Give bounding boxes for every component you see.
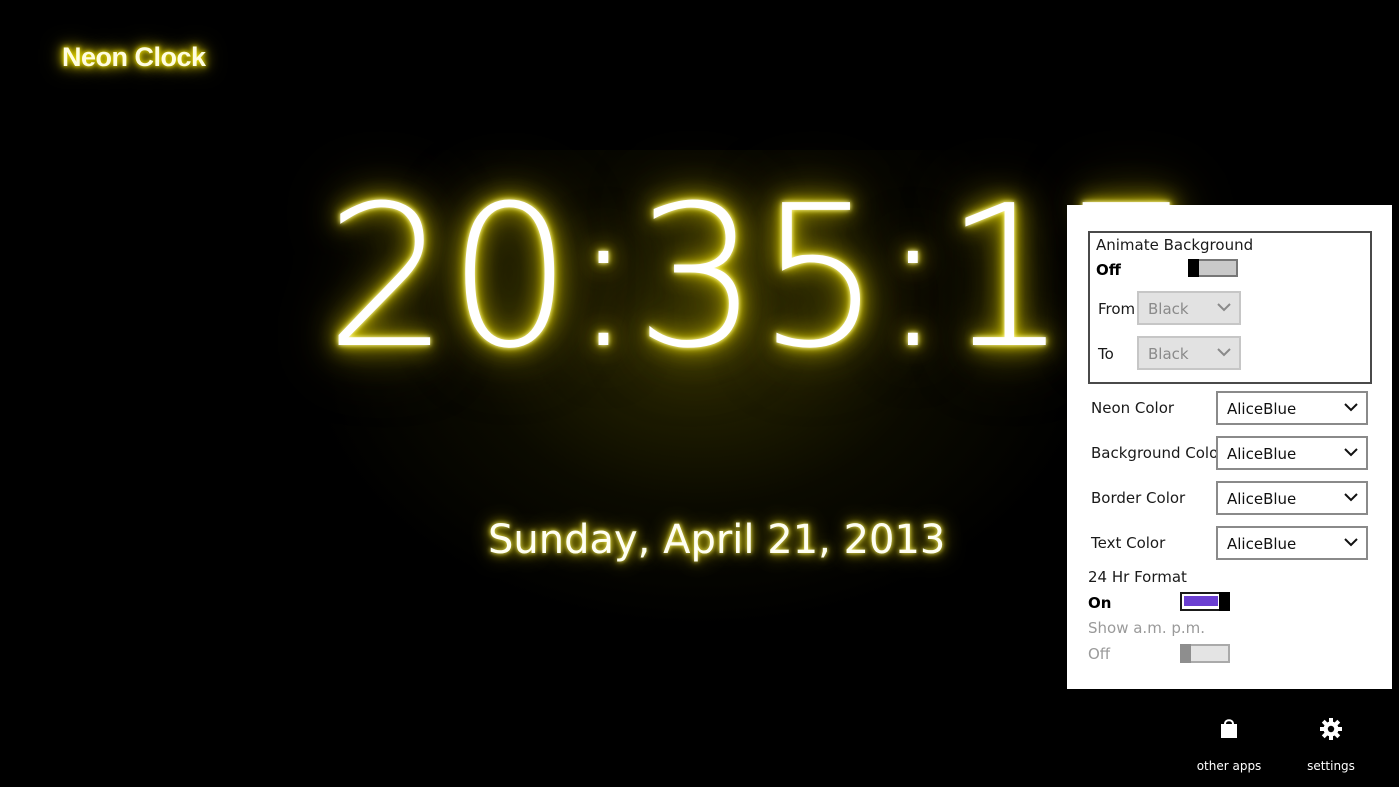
clock-time: 20:35:17	[325, 164, 1191, 392]
clock-date: Sunday, April 21, 2013	[488, 517, 946, 563]
text-color-value: AliceBlue	[1227, 535, 1297, 553]
hr24-format-toggle[interactable]	[1180, 592, 1230, 611]
other-apps-label: other apps	[1196, 759, 1262, 773]
animate-background-group: Animate Background Off From Black To Bla…	[1088, 231, 1372, 384]
to-label: To	[1098, 345, 1114, 363]
gear-icon	[1320, 718, 1342, 740]
animate-background-toggle[interactable]	[1188, 259, 1238, 277]
text-color-select[interactable]: AliceBlue	[1216, 526, 1368, 560]
border-color-value: AliceBlue	[1227, 490, 1297, 508]
show-ampm-state: Off	[1088, 645, 1111, 663]
background-color-select[interactable]: AliceBlue	[1216, 436, 1368, 470]
chevron-down-icon	[1217, 303, 1231, 312]
from-label: From	[1098, 300, 1136, 318]
settings-button[interactable]: settings	[1296, 716, 1366, 774]
app-title: Neon Clock	[62, 42, 206, 72]
text-color-label: Text Color	[1091, 534, 1166, 552]
chevron-down-icon	[1344, 403, 1358, 412]
chevron-down-icon	[1344, 538, 1358, 547]
hr24-format-state: On	[1088, 594, 1112, 612]
hr24-format-label: 24 Hr Format	[1088, 568, 1187, 586]
to-color-select[interactable]: Black	[1137, 336, 1241, 370]
toggle-fill	[1184, 596, 1218, 606]
animate-background-label: Animate Background	[1096, 236, 1254, 254]
show-ampm-toggle[interactable]	[1180, 644, 1230, 663]
from-color-value: Black	[1148, 300, 1189, 318]
border-color-label: Border Color	[1091, 489, 1186, 507]
background-color-label: Background Color	[1091, 444, 1225, 462]
chevron-down-icon	[1344, 493, 1358, 502]
background-color-value: AliceBlue	[1227, 445, 1297, 463]
settings-label: settings	[1307, 759, 1355, 773]
neon-color-label: Neon Color	[1091, 399, 1175, 417]
toggle-thumb	[1188, 259, 1199, 277]
border-color-select[interactable]: AliceBlue	[1216, 481, 1368, 515]
show-ampm-label: Show a.m. p.m.	[1088, 619, 1206, 637]
other-apps-button[interactable]: other apps	[1190, 716, 1268, 774]
to-color-value: Black	[1148, 345, 1189, 363]
toggle-thumb	[1180, 644, 1191, 663]
animate-background-state: Off	[1096, 261, 1121, 279]
chevron-down-icon	[1344, 448, 1358, 457]
settings-panel: Animate Background Off From Black To Bla…	[1067, 205, 1392, 689]
toggle-thumb	[1219, 592, 1230, 611]
app-window: Neon Clock 20:35:17 Sunday, April 21, 20…	[0, 0, 1399, 787]
shopping-bag-icon	[1221, 719, 1237, 738]
from-color-select[interactable]: Black	[1137, 291, 1241, 325]
neon-color-value: AliceBlue	[1227, 400, 1297, 418]
neon-color-select[interactable]: AliceBlue	[1216, 391, 1368, 425]
chevron-down-icon	[1217, 348, 1231, 357]
